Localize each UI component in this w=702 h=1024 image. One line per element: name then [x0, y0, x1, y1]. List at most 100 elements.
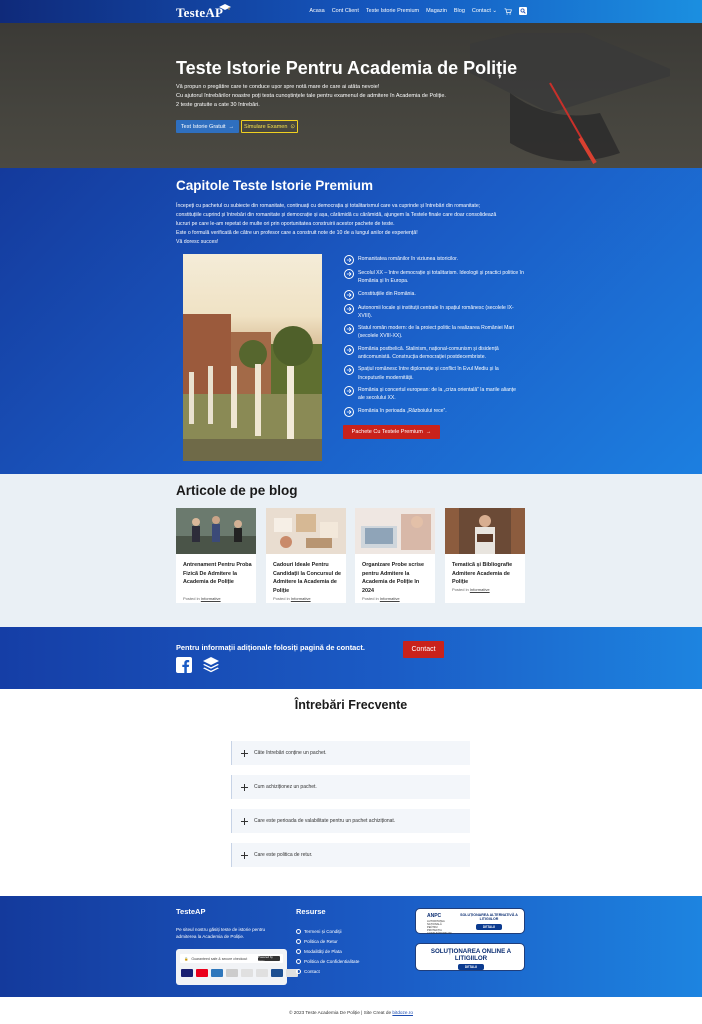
blog-card-title[interactable]: Cadouri Ideale Pentru Candidații la Conc…	[273, 561, 343, 595]
footer-link[interactable]: Modalități de Plata	[296, 946, 359, 956]
circle-arrow-icon	[344, 385, 354, 396]
circle-arrow-icon	[344, 324, 354, 335]
plus-icon	[241, 749, 248, 757]
faq-item[interactable]: Care este perioada de valabilitate pentr…	[231, 809, 470, 833]
faq-question: Care este perioada de valabilitate pentr…	[254, 818, 396, 824]
anpc-logo: ANPC	[427, 913, 442, 919]
posted-in-label: Posted in	[183, 596, 200, 601]
footer-link[interactable]: Politica de Retur	[296, 936, 359, 946]
checkout-header: 🔒 Guaranteed safe & secure checkout Powe…	[180, 954, 283, 963]
list-item: Spațiul românesc între diplomație și con…	[344, 365, 524, 382]
blog-card-title[interactable]: Tematică și Bibliografie Admitere Academ…	[452, 561, 522, 587]
unionpay-icon	[271, 969, 283, 977]
site-footer: TesteAP Pe siteul nostru găsiți teste de…	[0, 896, 702, 997]
footer-link[interactable]: Politica de Confidentialitate	[296, 956, 359, 966]
footer-link-label: Contact	[304, 968, 320, 974]
exam-simulation-label: Simulare Examen	[243, 123, 288, 130]
chevron-circle-icon	[296, 938, 301, 944]
anpc-sol-badge[interactable]: SOLUȚIONAREA ONLINE A LITIGIILOR DETALII	[415, 943, 525, 971]
nav-item-contact[interactable]: Contact ⌄	[472, 8, 497, 14]
free-test-button[interactable]: Test Istorie Gratuit →	[176, 120, 239, 133]
footer-link-label: Modalități de Plata	[304, 948, 342, 954]
chapters-para-4: Este o formulă verificată de către un pr…	[176, 230, 418, 236]
details-button[interactable]: DETALII	[476, 924, 502, 930]
category-link[interactable]: Informative	[201, 596, 221, 601]
faq-question: Câte întrebări conține un pachet.	[254, 750, 327, 756]
layers-icon[interactable]	[202, 656, 220, 674]
footer-link-label: Termeni și Condiții	[304, 928, 342, 934]
faq-item[interactable]: Câte întrebări conține un pachet.	[231, 741, 470, 765]
list-item: Secolul XX – între democrație și totalit…	[344, 269, 524, 286]
footer-link[interactable]: Contact	[296, 966, 359, 976]
footer-link-label: Politica de Retur	[304, 938, 338, 944]
chevron-circle-icon	[296, 948, 301, 954]
list-item: România și concertul european: de la „cr…	[344, 385, 524, 403]
roman-ruins-photo	[183, 254, 322, 461]
search-button[interactable]	[519, 7, 527, 15]
nav-item-teste-premium[interactable]: Teste Istorie Premium	[366, 8, 419, 14]
site-logo[interactable]: TesteAP	[176, 5, 223, 21]
chapter-text: Autonomii locale și instituții centrale …	[358, 304, 514, 319]
category-link[interactable]: Informative	[380, 596, 400, 601]
hero-line-3: 2 teste gratuite a cate 30 întrebări.	[176, 102, 260, 108]
posted-in-label: Posted in	[452, 587, 469, 592]
blog-section: Articole de pe blog Antrenament Pentru P…	[0, 474, 702, 627]
nav-item-cont-client[interactable]: Cont Client	[332, 8, 359, 14]
free-test-label: Test Istorie Gratuit	[180, 123, 226, 130]
plus-icon	[241, 851, 248, 859]
faq-item[interactable]: Care este politica de retur.	[231, 843, 470, 867]
main-nav: Acasa Cont Client Teste Istorie Premium …	[309, 7, 527, 15]
premium-packages-label: Pachete Cu Testele Premium	[351, 429, 423, 435]
blog-card[interactable]: Antrenament Pentru Proba Fizică De Admit…	[176, 508, 256, 603]
facebook-icon[interactable]	[176, 657, 192, 673]
circle-arrow-icon	[344, 289, 354, 300]
stripe-badge: Powered by stripe	[258, 955, 280, 963]
author-link[interactable]: bitdoze.ro	[392, 1010, 413, 1015]
nav-item-acasa[interactable]: Acasa	[309, 8, 324, 14]
diners-icon	[226, 969, 238, 977]
faq-item[interactable]: Cum achiziționez un pachet.	[231, 775, 470, 799]
visa-icon	[181, 969, 193, 977]
contact-button[interactable]: Contact	[403, 641, 444, 658]
nav-item-blog[interactable]: Blog	[454, 8, 465, 14]
blog-thumbnail[interactable]	[445, 508, 525, 554]
list-item: Statul român modern: de la proiect polit…	[344, 324, 524, 341]
blog-card[interactable]: Organizare Probe scrise pentru Admitere …	[355, 508, 435, 603]
blog-thumbnail[interactable]	[266, 508, 346, 554]
footer-desc-2: admiterea la Academia de Poliție.	[176, 934, 245, 939]
blog-thumbnail[interactable]	[176, 508, 256, 554]
premium-packages-button[interactable]: Pachete Cu Testele Premium →	[343, 425, 440, 439]
cart-icon[interactable]	[504, 7, 512, 15]
secure-checkout-badge: 🔒 Guaranteed safe & secure checkout Powe…	[176, 949, 298, 985]
chapter-text: Secolul XX – între democrație și totalit…	[358, 270, 524, 285]
nav-item-magazin[interactable]: Magazin	[426, 8, 447, 14]
chapters-para-5: Vă doresc succes!	[176, 239, 219, 245]
exam-simulation-button[interactable]: Simulare Examen ⊙	[241, 120, 298, 133]
blog-card[interactable]: Cadouri Ideale Pentru Candidații la Conc…	[266, 508, 346, 603]
anpc-sol-title: SOLUȚIONAREA ONLINE A LITIGIILOR	[430, 948, 512, 962]
page: { "header": { "logo": "TesteAP", "nav": …	[0, 0, 702, 1024]
chapter-list: Romanitatea românilor în viziunea istori…	[344, 255, 524, 421]
footer-link[interactable]: Termeni și Condiții	[296, 926, 359, 936]
circle-arrow-icon	[344, 365, 354, 376]
list-item: Autonomii locale și instituții centrale …	[344, 303, 524, 321]
circle-arrow-icon	[344, 255, 354, 265]
graduation-cap-icon	[219, 4, 231, 10]
category-link[interactable]: Informative	[291, 596, 311, 601]
chapters-para-1: Începeți cu pachetul cu subiecte din rom…	[176, 203, 481, 209]
blog-card[interactable]: Tematică și Bibliografie Admitere Academ…	[445, 508, 525, 603]
blog-thumbnail[interactable]	[355, 508, 435, 554]
contact-cta-section: Pentru informații adiționale folosiți pa…	[0, 627, 702, 689]
category-link[interactable]: Informative	[470, 587, 490, 592]
faq-question: Cum achiziționez un pachet.	[254, 784, 317, 790]
blog-card-meta: Posted in Informative	[362, 596, 400, 601]
blog-card-meta: Posted in Informative	[452, 587, 490, 592]
blog-card-title[interactable]: Organizare Probe scrise pentru Admitere …	[362, 561, 432, 595]
jcb-icon	[256, 969, 268, 977]
plus-icon	[241, 817, 248, 825]
copyright: © 2023 Teste Academia De Poliție | Site …	[0, 1010, 702, 1015]
details-button[interactable]: DETALII	[458, 964, 484, 970]
blog-card-title[interactable]: Antrenament Pentru Proba Fizică De Admit…	[183, 561, 253, 587]
anpc-sal-badge[interactable]: ANPC AUTORITATEA NAȚIONALĂ PENTRU PROTEC…	[415, 908, 525, 935]
list-item: România postbelică. Stalinism, național-…	[344, 344, 524, 362]
